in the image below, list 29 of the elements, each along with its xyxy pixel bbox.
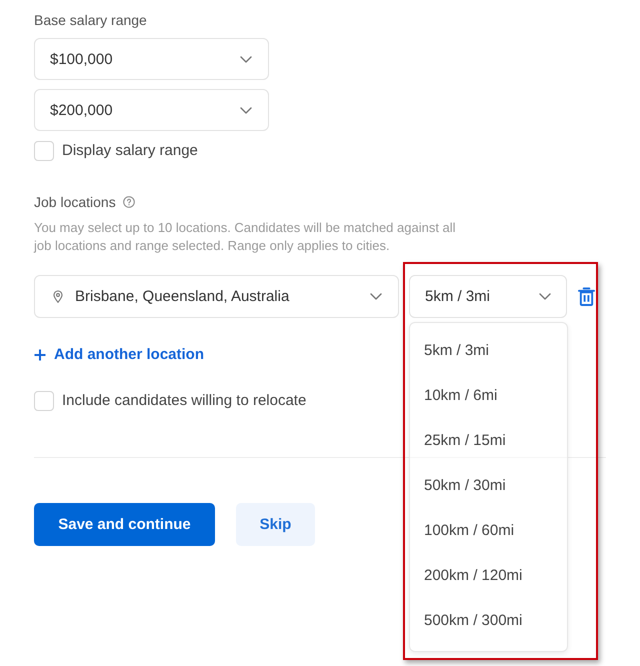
chevron-down-icon <box>539 293 551 300</box>
dropdown-option[interactable]: 10km / 6mi <box>410 373 567 418</box>
chevron-down-icon <box>370 293 382 300</box>
dropdown-option[interactable]: 100km / 60mi <box>410 508 567 553</box>
location-pin-icon <box>53 290 63 303</box>
dropdown-option[interactable]: 50km / 30mi <box>410 463 567 508</box>
help-icon[interactable] <box>122 196 135 208</box>
trash-icon[interactable] <box>578 287 595 306</box>
checkbox-label: Display salary range <box>62 140 198 160</box>
location-select[interactable]: Brisbane, Queensland, Australia <box>34 275 399 318</box>
chevron-down-icon <box>240 106 252 114</box>
salary-select[interactable]: $200,000 <box>34 89 269 131</box>
dropdown-option[interactable]: 500km / 300mi <box>410 598 567 643</box>
field-label: Base salary range <box>34 11 147 29</box>
range-select[interactable]: 5km / 3mi <box>409 275 567 318</box>
help-text: You may select up to 10 locations. Candidates will be matched against all job locations and range selected. Range only applies to cities. <box>34 219 457 255</box>
add-location-link[interactable]: Add another location <box>34 346 204 364</box>
skip-button[interactable]: Skip <box>236 503 315 546</box>
dropdown-option[interactable]: 5km / 3mi <box>410 328 567 373</box>
chevron-down-icon <box>240 56 252 62</box>
field-label: Job locations <box>34 193 116 211</box>
plus-icon <box>34 349 46 361</box>
checkbox[interactable] <box>34 140 54 160</box>
checkbox[interactable] <box>34 390 54 410</box>
dropdown-option[interactable]: 25km / 15mi <box>410 418 567 463</box>
salary-select[interactable]: $100,000 <box>34 38 269 80</box>
checkbox-label: Include candidates willing to relocate <box>62 390 306 410</box>
save-button[interactable]: Save and continue <box>34 503 215 546</box>
dropdown-option[interactable]: 200km / 120mi <box>410 553 567 598</box>
